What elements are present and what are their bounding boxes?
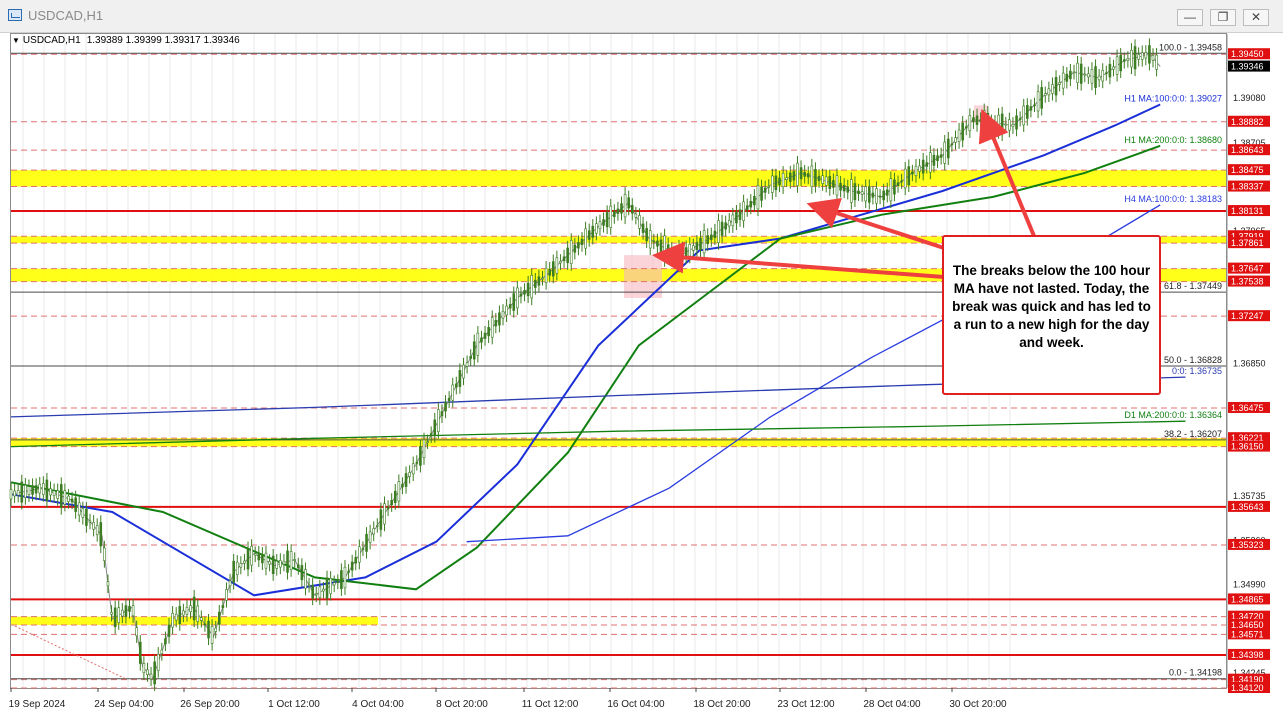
price-tag-label: 1.38337 [1231,182,1264,192]
y-tick-label: 1.37861 [1233,238,1266,248]
price-tag-bg [1228,648,1270,660]
close-button[interactable]: ✕ [1243,9,1269,26]
current-price-label: 1.39346 [1231,62,1264,72]
price-tag-bg [1228,618,1270,630]
price-tag-bg [1228,230,1270,242]
minimize-button[interactable]: — [1177,9,1203,26]
price-tag-bg [1228,144,1270,156]
x-tick-label: 4 Oct 04:00 [352,699,404,710]
collapse-triangle-icon: ▼ [12,36,20,45]
price-tag-bg [1228,440,1270,452]
price-tag-label: 1.37538 [1231,277,1264,287]
y-tick-label: 1.34245 [1233,668,1266,678]
x-tick-label: 24 Sep 04:00 [94,699,154,710]
chart-window-icon [8,9,22,21]
price-axis-panel [1227,34,1283,688]
price-tag-bg [1228,593,1270,605]
price-tag-bg [1228,682,1270,693]
price-tag-label: 1.34398 [1231,650,1264,660]
price-tag-label: 1.38475 [1231,165,1264,175]
price-tag-label: 1.36221 [1231,433,1264,443]
x-tick-label: 26 Sep 20:00 [180,699,240,710]
x-tick-label: 23 Oct 12:00 [777,699,835,710]
x-tick-label: 8 Oct 20:00 [436,699,488,710]
price-tag-bg [1228,115,1270,127]
x-tick-label: 11 Oct 12:00 [522,699,579,710]
price-tag-label: 1.38643 [1231,145,1264,155]
ohlc-values: 1.39389 1.39399 1.39317 1.39346 [86,35,240,46]
price-tag-bg [1228,164,1270,176]
y-tick-label: 1.35360 [1233,536,1266,546]
price-tag-label: 1.34720 [1231,612,1264,622]
price-tag-label: 1.34190 [1231,675,1264,685]
symbol-header: ▼ USDCAD,H1 1.39389 1.39399 1.39317 1.3934… [12,35,240,46]
y-tick-label: 1.35735 [1233,491,1266,501]
x-tick-label: 30 Oct 20:00 [949,699,1007,710]
price-tag-label: 1.34571 [1231,629,1264,639]
price-tag-bg [1228,401,1270,413]
price-tag-bg [1228,180,1270,192]
price-tag-label: 1.36475 [1231,403,1264,413]
price-tag-label: 1.38131 [1231,206,1264,216]
price-tag-label: 1.35323 [1231,540,1264,550]
price-tag-label: 1.34650 [1231,620,1264,630]
annotation-box: The breaks below the 100 hour MA have no… [942,235,1161,395]
price-tag-bg [1228,310,1270,322]
y-tick-label: 1.38705 [1233,138,1266,148]
price-tag-bg [1228,500,1270,512]
x-tick-label: 1 Oct 12:00 [268,699,320,710]
x-tick-label: 19 Sep 2024 [9,699,66,710]
price-tag-label: 1.38882 [1231,117,1264,127]
price-tag-label: 1.37861 [1231,238,1264,248]
price-tag-label: 1.37247 [1231,311,1264,321]
y-tick-label: 1.34990 [1233,580,1266,590]
x-tick-label: 16 Oct 04:00 [607,699,665,710]
maximize-button[interactable]: ❐ [1210,9,1236,26]
y-tick-label: 1.39080 [1233,93,1266,103]
price-tag-bg [1228,628,1270,640]
price-tag-bg [1228,237,1270,249]
price-tag-label: 1.37919 [1231,231,1264,241]
price-tag-bg [1228,275,1270,287]
current-price-tag-bg [1228,60,1270,72]
price-tag-label: 1.35643 [1231,502,1264,512]
symbol-name: USDCAD,H1 [22,35,81,46]
x-tick-label: 28 Oct 04:00 [863,699,921,710]
price-tag-label: 1.37647 [1231,264,1264,274]
price-tag-bg [1228,673,1270,685]
price-tag-bg [1228,205,1270,217]
y-tick-label: 1.37965 [1233,226,1266,236]
price-tag-bg [1228,610,1270,622]
price-tag-bg [1228,48,1270,60]
x-tick-label: 18 Oct 20:00 [693,699,751,710]
price-tag-label: 1.36150 [1231,442,1264,452]
window-titlebar: USDCAD,H1 — ❐ ✕ [0,0,1283,33]
price-tag-label: 1.39450 [1231,49,1264,59]
y-tick-label: 1.36850 [1233,358,1266,368]
price-tag-bg [1228,432,1270,444]
price-tag-bg [1228,262,1270,274]
price-tag-bg [1228,538,1270,550]
window-title: USDCAD,H1 [28,8,104,23]
price-tag-label: 1.34120 [1231,683,1264,693]
price-tag-label: 1.34865 [1231,594,1264,604]
